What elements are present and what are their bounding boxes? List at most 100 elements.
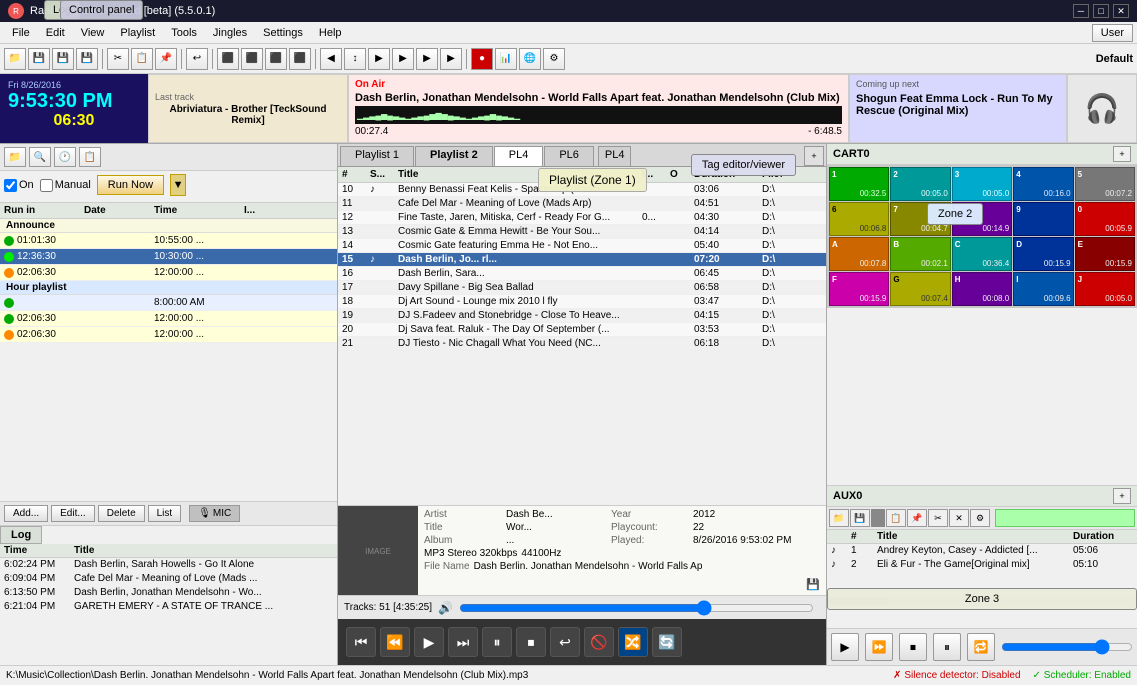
playlist-row-11[interactable]: 11 Cafe Del Mar - Meaning of Love (Mads …	[338, 197, 826, 211]
toolbar-globe[interactable]: 🌐	[519, 48, 541, 70]
cart-G[interactable]: G 00:07.4	[890, 272, 950, 306]
list-button[interactable]: List	[148, 505, 182, 522]
cart-4[interactable]: 4 00:16.0	[1013, 167, 1073, 201]
manual-checkbox-label[interactable]: Manual	[40, 179, 91, 192]
playlist-row-10[interactable]: 10 ♪ Benny Benassi Feat Kelis - Spaceshi…	[338, 183, 826, 197]
aux-copy-btn[interactable]: 📋	[886, 509, 906, 527]
toolbar-cut[interactable]: ✂	[107, 48, 129, 70]
aux-hscroll[interactable]	[827, 596, 1137, 606]
toolbar-arrows[interactable]: ↕	[344, 48, 366, 70]
sched-row-3[interactable]: 02:06:30 12:00:00 ...	[0, 265, 337, 281]
cart-J[interactable]: J 00:05.0	[1075, 272, 1135, 306]
playlist-row-18[interactable]: 18 Dj Art Sound - Lounge mix 2010 l fly …	[338, 295, 826, 309]
playlist-row-14[interactable]: 14 Cosmic Gate featuring Emma He - Not E…	[338, 239, 826, 253]
aux-volume-slider[interactable]	[1001, 642, 1133, 652]
toolbar-save2[interactable]: 💾	[52, 48, 74, 70]
cart-0[interactable]: 0 00:05.9	[1075, 202, 1135, 236]
aux-play-btn[interactable]: ▶	[831, 633, 859, 661]
playlist-row-19[interactable]: 19 DJ S.Fadeev and Stonebridge - Close T…	[338, 309, 826, 323]
playlist-row-21[interactable]: 21 DJ Tiesto - Nic Chagall What You Need…	[338, 337, 826, 351]
manual-checkbox[interactable]	[40, 179, 53, 192]
player-stop-btn[interactable]: ⏹	[516, 627, 546, 657]
search-btn[interactable]: 🔍	[29, 147, 51, 167]
aux-row-1[interactable]: ♪ 1 Andrey Keyton, Casey - Addicted [...…	[827, 544, 1137, 558]
cart-C[interactable]: C 00:36.4	[952, 237, 1012, 271]
minimize-button[interactable]: ─	[1073, 4, 1089, 18]
toolbar-new4[interactable]: ⬛	[289, 48, 311, 70]
cart-1[interactable]: 1 00:32.5	[829, 167, 889, 201]
cart-9[interactable]: 9	[1013, 202, 1073, 236]
menu-settings[interactable]: Settings	[255, 25, 311, 41]
playlist-row-12[interactable]: 12 Fine Taste, Jaren, Mitiska, Cerf - Re…	[338, 211, 826, 225]
aux-stop-btn[interactable]: ⏹	[899, 633, 927, 661]
cart-3[interactable]: 3 00:05.0	[952, 167, 1012, 201]
toolbar-undo[interactable]: ↩	[186, 48, 208, 70]
on-checkbox-label[interactable]: On	[4, 179, 34, 192]
toolbar-save3[interactable]: 💾	[76, 48, 98, 70]
aux-cut-btn[interactable]: ✂	[928, 509, 948, 527]
player-sync-btn[interactable]: 🔄	[652, 627, 682, 657]
player-ban-btn[interactable]: 🚫	[584, 627, 614, 657]
cart-I[interactable]: I 00:09.6	[1013, 272, 1073, 306]
aux-repeat-btn[interactable]: 🔁	[967, 633, 995, 661]
aux-save-btn[interactable]: 💾	[850, 509, 870, 527]
aux-delete-btn[interactable]: ✕	[949, 509, 969, 527]
sched-row-2[interactable]: 12:36:30 10:30:00 ...	[0, 249, 337, 265]
aux-gear-btn[interactable]: ⚙	[970, 509, 990, 527]
on-checkbox[interactable]	[4, 179, 17, 192]
toolbar-save[interactable]: 💾	[28, 48, 50, 70]
toolbar-rec[interactable]: ●	[471, 48, 493, 70]
playlist-row-17[interactable]: 17 Davy Spillane - Big Sea Ballad 06:58 …	[338, 281, 826, 295]
clock-btn[interactable]: 🕐	[54, 147, 76, 167]
cart-B[interactable]: B 00:02.1	[890, 237, 950, 271]
aux-paste-btn[interactable]: 📌	[907, 509, 927, 527]
sched-row-6[interactable]: 02:06:30 12:00:00 ...	[0, 327, 337, 343]
cart-D[interactable]: D 00:15.9	[1013, 237, 1073, 271]
toolbar-gear[interactable]: ⚙	[543, 48, 565, 70]
toolbar-arrow-right3[interactable]: ▶	[416, 48, 438, 70]
maximize-button[interactable]: □	[1093, 4, 1109, 18]
player-prev-btn[interactable]: ⏮	[346, 627, 376, 657]
menu-help[interactable]: Help	[311, 25, 350, 41]
player-repeat-btn[interactable]: ↩	[550, 627, 580, 657]
cart-5[interactable]: 5 00:07.2	[1075, 167, 1135, 201]
toolbar-arrow-right[interactable]: ▶	[368, 48, 390, 70]
run-now-dropdown[interactable]: ▼	[170, 174, 186, 196]
sched-row-4[interactable]: 8:00:00 AM	[0, 295, 337, 311]
add-button[interactable]: Add...	[4, 505, 48, 522]
cart0-add-btn[interactable]: +	[1113, 146, 1131, 162]
aux-open-btn[interactable]: 📁	[829, 509, 849, 527]
cart-A[interactable]: A 00:07.8	[829, 237, 889, 271]
toolbar-arrow-left[interactable]: ◀	[320, 48, 342, 70]
tab-active[interactable]: PL4	[598, 146, 632, 166]
sched-row-1[interactable]: 01:01:30 10:55:00 ...	[0, 233, 337, 249]
tab-pl4[interactable]: PL4	[494, 146, 544, 166]
player-next-btn[interactable]: ⏭	[448, 627, 478, 657]
aux-pause-btn[interactable]: ⏸	[933, 633, 961, 661]
list-btn[interactable]: 📋	[79, 147, 101, 167]
close-button[interactable]: ✕	[1113, 4, 1129, 18]
toolbar-arrow-right2[interactable]: ▶	[392, 48, 414, 70]
cart-8[interactable]: 8 00:14.9	[952, 202, 1012, 236]
menu-file[interactable]: File	[4, 25, 38, 41]
playlist-row-20[interactable]: 20 Dj Sava feat. Raluk - The Day Of Sept…	[338, 323, 826, 337]
log-row-4[interactable]: 6:21:04 PM GARETH EMERY - A STATE OF TRA…	[0, 600, 337, 614]
toolbar-open[interactable]: 📁	[4, 48, 26, 70]
aux-row-2[interactable]: ♪ 2 Eli & Fur - The Game[Original mix] 0…	[827, 558, 1137, 572]
player-shuffle-btn[interactable]: 🔀	[618, 627, 648, 657]
playlist-row-15[interactable]: 15 ♪ Dash Berlin, Jo... rl... 07:20 D:\	[338, 253, 826, 267]
tab-playlist1[interactable]: Playlist 1	[340, 146, 414, 166]
volume-slider[interactable]	[459, 602, 814, 614]
run-now-button[interactable]: Run Now	[97, 175, 164, 195]
menu-playlist[interactable]: Playlist	[112, 25, 163, 41]
open-folder-btn[interactable]: 📁	[4, 147, 26, 167]
toolbar-copy[interactable]: 📋	[131, 48, 153, 70]
aux0-add-btn[interactable]: +	[1113, 488, 1131, 504]
playlist-row-16[interactable]: 16 Dash Berlin, Sara... 06:45 D:\	[338, 267, 826, 281]
player-play-btn[interactable]: ▶	[414, 627, 444, 657]
tab-playlist2[interactable]: Playlist 2	[415, 146, 493, 166]
menu-tools[interactable]: Tools	[163, 25, 205, 41]
aux-ffwd-btn[interactable]: ⏩	[865, 633, 893, 661]
log-tab[interactable]: Log	[0, 526, 42, 544]
playlist-add-tab-btn[interactable]: +	[804, 146, 824, 166]
